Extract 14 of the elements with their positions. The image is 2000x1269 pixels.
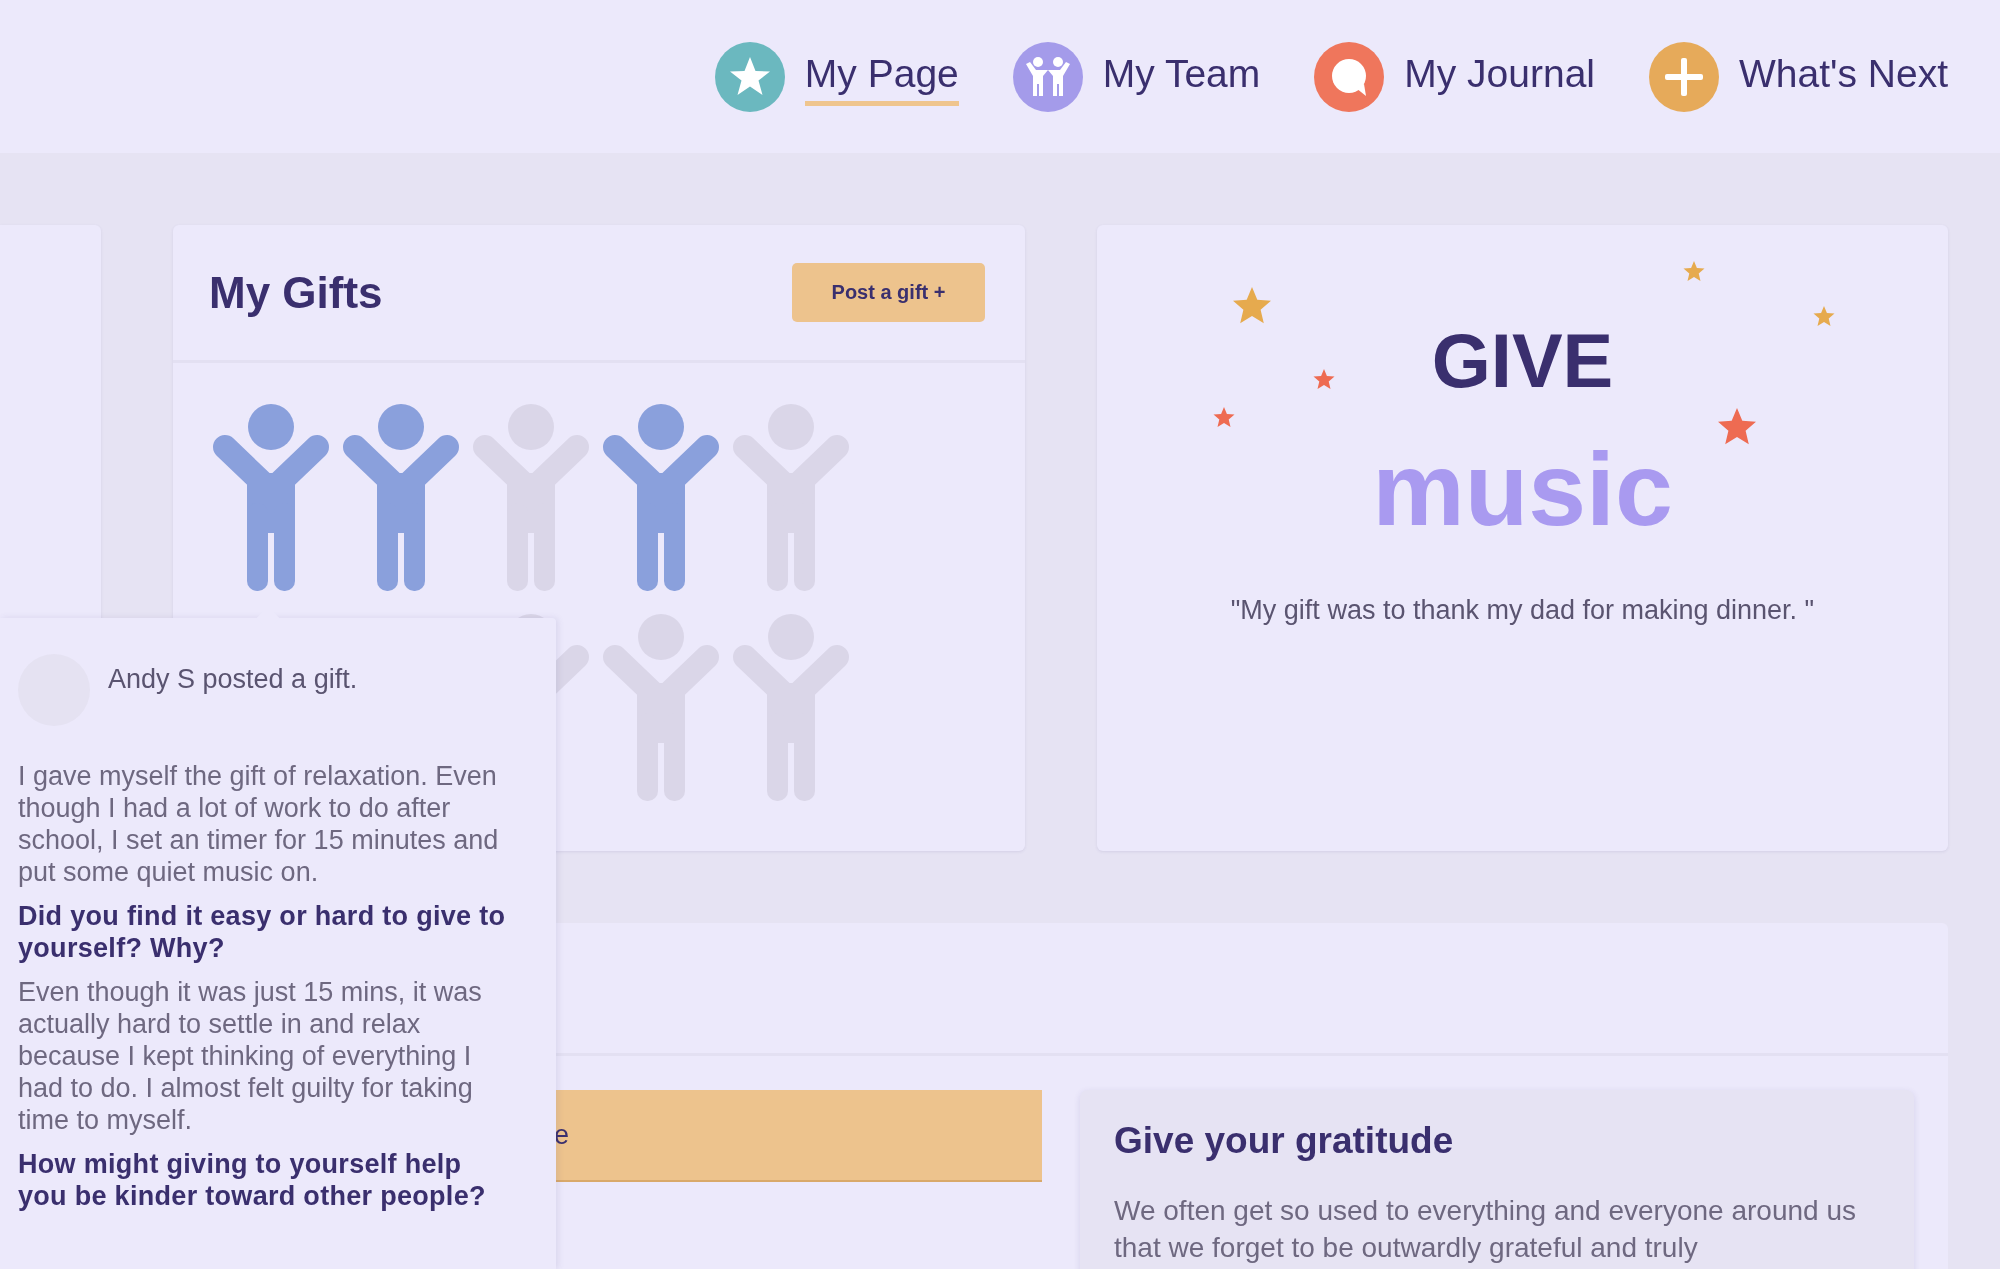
nav-tab[interactable]: My Journal <box>1314 41 1595 112</box>
post-gift-button[interactable]: Post a gift + <box>792 263 985 322</box>
nav-tab[interactable]: What's Next <box>1649 41 1948 112</box>
nav-tab[interactable]: My Page <box>714 41 959 112</box>
gift-word: music <box>1372 437 1673 541</box>
answer-text: I gave myself the gift of relaxation. Even though I had a lot of work to do after school, I set an timer for 15 minutes and put some quiet music on. <box>18 760 500 888</box>
give-heading: GIVE <box>1431 323 1614 399</box>
post-author: Andy S posted a gift. <box>108 664 358 695</box>
gift-quote: "My gift was to thank my dad for making dinner. " <box>1230 595 1815 626</box>
question-text: Did you find it easy or hard to give to yourself? Why? <box>18 900 507 964</box>
card-text: We often get so used to everything and everyone around us that we forget to be outwardly grateful and truly <box>1114 1194 1857 1265</box>
card-title: Give your gratitude <box>1114 1120 1455 1162</box>
nav-tab[interactable]: My Team <box>1012 41 1261 112</box>
card-title: My Gifts <box>209 267 383 318</box>
